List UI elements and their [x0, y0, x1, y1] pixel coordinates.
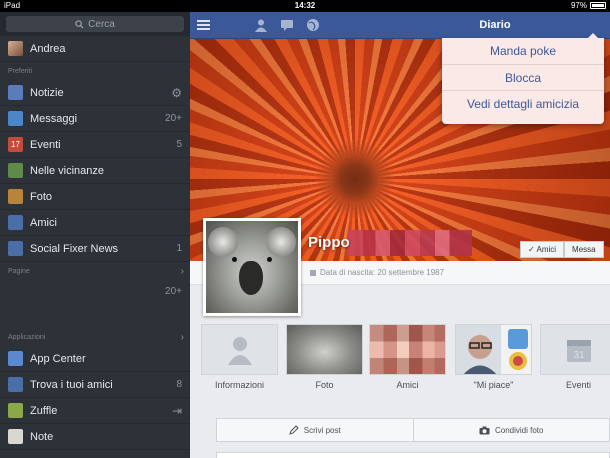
sidebar-item-label: Nelle vicinanze — [30, 164, 104, 177]
profile-picture[interactable] — [203, 218, 301, 316]
photo-thumbnail — [286, 324, 363, 375]
clock: 14:32 — [294, 1, 316, 10]
sidebar-item-messaggi[interactable]: Messaggi 20+ — [0, 106, 190, 132]
sidebar-item-label: Eventi — [30, 138, 61, 151]
friend-options-menu: Manda poke Blocca Vedi dettagli amicizia — [442, 33, 604, 124]
status-bar: iPad 14:32 97% — [0, 0, 610, 12]
item-count: 8 — [176, 379, 182, 390]
menu-item-poke[interactable]: Manda poke — [442, 38, 604, 65]
section-friends[interactable]: Amici — [369, 324, 446, 390]
sidebar: Cerca Andrea Preferiti Notizie ⚙ Messaggi 2… — [0, 12, 190, 458]
sidebar-item-label: Zuffle — [30, 404, 58, 417]
notes-icon — [8, 429, 23, 444]
person-silhouette-icon — [227, 336, 252, 365]
sidebar-item-eventi[interactable]: 17 Eventi 5 — [0, 132, 190, 158]
sidebar-item-notizie[interactable]: Notizie ⚙ — [0, 80, 190, 106]
battery-percent: 97% — [570, 1, 587, 10]
friends-icon — [8, 215, 23, 230]
section-info[interactable]: Informazioni — [201, 324, 278, 390]
sidebar-item-label: Notizie — [30, 86, 64, 99]
likes-thumbnail — [455, 324, 532, 375]
calendar-icon: 31 — [566, 339, 591, 362]
top-navigation-bar: Diario — [190, 12, 610, 39]
app-center-icon — [8, 351, 23, 366]
item-count: 1 — [176, 243, 182, 254]
sidebar-item-app-center[interactable]: App Center — [0, 346, 190, 372]
friends-thumbnail — [369, 324, 446, 375]
svg-text:31: 31 — [573, 350, 585, 361]
post-composer: Scrivi post Condividi foto — [216, 418, 610, 442]
koala-photo — [206, 221, 298, 313]
gear-icon[interactable]: ⚙ — [171, 86, 182, 100]
sidebar-item-label: Trova i tuoi amici — [30, 378, 113, 391]
find-friends-icon — [8, 377, 23, 392]
battery-icon — [590, 2, 606, 9]
feed-story — [216, 452, 610, 458]
photos-icon — [8, 189, 23, 204]
nearby-icon — [8, 163, 23, 178]
pages-count: 20+ — [165, 286, 182, 297]
section-likes[interactable]: "Mi piace" — [455, 324, 532, 390]
section-header-pages[interactable]: Pagine › — [0, 262, 190, 280]
sidebar-item-social-fixer-news[interactable]: Social Fixer News 1 — [0, 236, 190, 262]
sidebar-item-note[interactable]: Note — [0, 424, 190, 450]
sidebar-item-foto[interactable]: Foto — [0, 184, 190, 210]
share-photo-button[interactable]: Condividi foto — [412, 419, 610, 441]
section-photos[interactable]: Foto — [286, 324, 363, 390]
friend-requests-icon[interactable] — [254, 18, 268, 32]
user-name: Andrea — [30, 42, 66, 55]
messages-icon — [8, 111, 23, 126]
sidebar-item-label: Note — [30, 430, 54, 443]
profile-sections: Informazioni Foto Amici "Mi piace" 31 Ev… — [190, 324, 610, 408]
sidebar-item-nelle-vicinanze[interactable]: Nelle vicinanze — [0, 158, 190, 184]
favorites-list: Notizie ⚙ Messaggi 20+ 17 Eventi 5 Nelle vicina… — [0, 80, 190, 262]
birthday-icon — [310, 269, 316, 276]
section-header-favorites: Preferiti — [8, 67, 33, 75]
events-icon: 17 — [8, 137, 23, 152]
page-icon — [8, 241, 23, 256]
menu-icon[interactable] — [197, 20, 210, 31]
avatar — [8, 41, 23, 56]
sidebar-item-amici[interactable]: Amici — [0, 210, 190, 236]
friends-button[interactable]: ✓ Amici — [520, 241, 565, 258]
item-count: 20+ — [165, 113, 182, 124]
chevron-right-icon: › — [180, 265, 184, 277]
sidebar-item-label: App Center — [30, 352, 86, 365]
notifications-globe-icon[interactable] — [306, 18, 320, 32]
search-bar: Cerca — [0, 12, 190, 36]
profile-name: Pippo — [308, 234, 350, 251]
main-content: Diario Manda poke Blocca Vedi dettagli a… — [190, 12, 610, 458]
menu-item-block[interactable]: Blocca — [442, 65, 604, 91]
section-events[interactable]: 31 Eventi — [540, 324, 610, 390]
camera-icon — [479, 426, 490, 434]
battery-indicator: 97% — [571, 1, 606, 10]
birth-date: Data di nascita: 20 settembre 1987 — [310, 268, 444, 277]
sidebar-item-pages[interactable]: 20+ — [0, 280, 190, 304]
sidebar-item-zuffle[interactable]: Zuffle ⇥ — [0, 398, 190, 424]
search-placeholder: Cerca — [88, 18, 115, 30]
section-header-apps[interactable]: Applicazioni › — [0, 328, 190, 346]
censored-surname — [348, 230, 472, 256]
sidebar-item-profile[interactable]: Andrea — [0, 36, 190, 62]
sidebar-item-label: Amici — [30, 216, 57, 229]
profile-actions: ✓ Amici Messa — [520, 241, 604, 258]
search-input[interactable]: Cerca — [6, 16, 184, 32]
messages-icon[interactable] — [280, 18, 294, 32]
write-post-button[interactable]: Scrivi post — [217, 419, 413, 441]
logout-icon[interactable]: ⇥ — [172, 404, 182, 418]
search-icon — [75, 19, 84, 29]
page-title: Diario — [479, 19, 511, 31]
sidebar-item-label: Messaggi — [30, 112, 78, 125]
item-count: 5 — [176, 139, 182, 150]
sidebar-item-label: Foto — [30, 190, 53, 203]
news-feed-icon — [8, 85, 23, 100]
chevron-right-icon: › — [180, 331, 184, 343]
sidebar-item-trova-i-tuoi-amici[interactable]: Trova i tuoi amici 8 — [0, 372, 190, 398]
menu-item-friendship-details[interactable]: Vedi dettagli amicizia — [442, 91, 604, 118]
sidebar-item-label: Social Fixer News — [30, 242, 119, 255]
pencil-icon — [289, 425, 299, 435]
zuffle-icon — [8, 403, 23, 418]
apps-list: App Center Trova i tuoi amici 8 Zuffle ⇥ Note — [0, 346, 190, 450]
message-button[interactable]: Messa — [564, 241, 604, 258]
